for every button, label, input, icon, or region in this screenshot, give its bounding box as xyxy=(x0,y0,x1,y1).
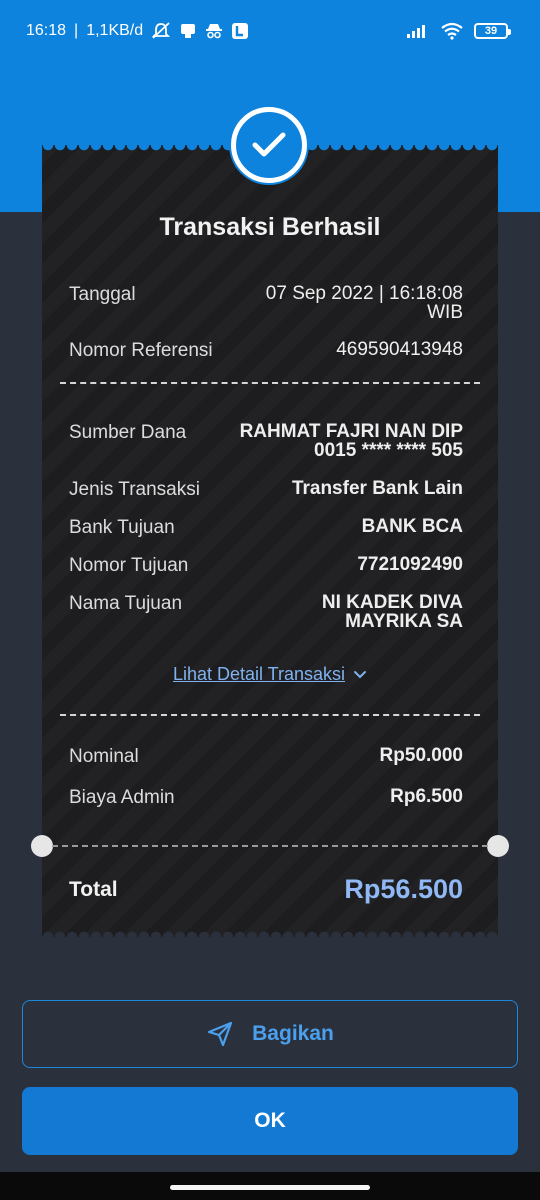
row-value: Rp6.500 xyxy=(390,786,463,807)
share-button-label: Bagikan xyxy=(252,1022,334,1045)
row-value: 7721092490 xyxy=(357,554,463,575)
divider xyxy=(52,845,488,847)
row-label: Nama Tujuan xyxy=(69,593,183,614)
chevron-down-icon[interactable] xyxy=(353,670,367,680)
status-time: 16:18 xyxy=(26,22,67,39)
status-left: 16:18 | 1,1KB/d xyxy=(26,22,249,40)
row-transaction-type: Jenis Transaksi Transfer Bank Lain xyxy=(69,479,463,501)
check-icon xyxy=(252,132,286,157)
row-reference-number: Nomor Referensi 469590413948 xyxy=(69,340,463,362)
row-label: Sumber Dana xyxy=(69,422,187,443)
receipt-card xyxy=(42,145,498,937)
home-indicator[interactable] xyxy=(170,1185,370,1190)
status-right: 39 xyxy=(406,22,511,40)
row-label: Nomor Tujuan xyxy=(69,555,189,576)
row-nominal: Nominal Rp50.000 xyxy=(69,746,463,768)
row-destination-bank: Bank Tujuan BANK BCA xyxy=(69,517,463,539)
battery-indicator: 39 xyxy=(474,23,511,39)
share-button[interactable]: Bagikan xyxy=(22,1000,518,1068)
ok-button-label: OK xyxy=(254,1109,286,1132)
success-badge xyxy=(231,107,307,183)
row-label: Tanggal xyxy=(69,284,136,305)
date-line-2: WIB xyxy=(427,302,463,323)
source-line-2: 0015 **** **** 505 xyxy=(314,440,463,461)
wifi-icon xyxy=(440,22,464,40)
name-line-2: MAYRIKA SA xyxy=(345,611,463,632)
incognito-icon xyxy=(205,22,223,40)
receipt-bottom-edge xyxy=(42,929,498,937)
row-date: Tanggal 07 Sep 2022 | 16:18:08 WIB xyxy=(69,284,463,322)
view-detail-link[interactable]: Lihat Detail Transaksi xyxy=(42,664,498,685)
signal-icon xyxy=(406,23,430,39)
divider xyxy=(60,382,480,384)
row-label: Bank Tujuan xyxy=(69,517,175,538)
row-label: Nomor Referensi xyxy=(69,340,213,361)
row-value: 469590413948 xyxy=(336,339,463,360)
ok-button[interactable]: OK xyxy=(22,1087,518,1155)
row-label: Biaya Admin xyxy=(69,787,175,808)
receipt-title: Transaksi Berhasil xyxy=(159,213,381,241)
row-value: 07 Sep 2022 | 16:18:08 WIB xyxy=(266,284,463,322)
date-line-1: 07 Sep 2022 | 16:18:08 xyxy=(265,283,463,304)
source-line-1: RAHMAT FAJRI NAN DIP xyxy=(239,421,463,442)
total-label: Total xyxy=(69,877,118,901)
receipt-notch-right xyxy=(487,835,509,857)
row-value: BANK BCA xyxy=(361,516,463,537)
status-separator: | xyxy=(74,22,79,39)
row-value: Rp50.000 xyxy=(379,745,463,766)
send-icon xyxy=(208,1021,233,1047)
total-row: Total Rp56.500 xyxy=(69,874,463,905)
row-destination-number: Nomor Tujuan 7721092490 xyxy=(69,555,463,577)
status-bar: 16:18 | 1,1KB/d 39 xyxy=(0,0,540,62)
row-value: RAHMAT FAJRI NAN DIP 0015 **** **** 505 xyxy=(240,422,463,460)
name-line-1: NI KADEK DIVA xyxy=(321,592,463,613)
status-network-speed: 1,1KB/d xyxy=(86,22,144,39)
row-label: Jenis Transaksi xyxy=(69,479,200,500)
receipt-notch-left xyxy=(31,835,53,857)
view-detail-label[interactable]: Lihat Detail Transaksi xyxy=(173,664,345,685)
row-destination-name: Nama Tujuan NI KADEK DIVA MAYRIKA SA xyxy=(69,593,463,631)
row-admin-fee: Biaya Admin Rp6.500 xyxy=(69,787,463,809)
row-value: Transfer Bank Lain xyxy=(291,478,463,499)
total-value: Rp56.500 xyxy=(344,874,463,904)
divider xyxy=(60,714,480,716)
row-label: Nominal xyxy=(69,746,139,767)
row-value: NI KADEK DIVA MAYRIKA SA xyxy=(322,593,463,631)
row-source-fund: Sumber Dana RAHMAT FAJRI NAN DIP 0015 **… xyxy=(69,422,463,460)
notification-icon xyxy=(179,22,197,40)
app-l-icon xyxy=(231,22,249,40)
mute-icon xyxy=(151,22,171,40)
